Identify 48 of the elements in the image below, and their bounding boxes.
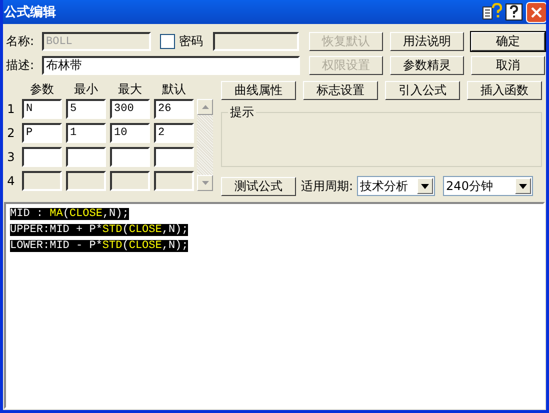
tool-button[interactable]: 插入函数 <box>467 81 542 100</box>
param-field[interactable] <box>110 147 150 167</box>
row-number: 4 <box>6 174 16 188</box>
param-field[interactable]: N <box>22 99 62 119</box>
password-checkbox[interactable] <box>160 34 175 49</box>
period-dropdown[interactable]: 240分钟 <box>443 176 534 196</box>
context-help-icon[interactable] <box>482 3 502 21</box>
dialog-button[interactable]: 确定 <box>471 32 545 51</box>
param-field[interactable]: 1 <box>66 123 106 143</box>
code-editor[interactable]: MID : MA(CLOSE,N); UPPER:MID + P*STD(CLOSE,N); LOWER:MID - P*STD(CLOSE,N); <box>4 202 545 409</box>
row-number: 3 <box>6 150 16 164</box>
code-line: MID : MA(CLOSE,N); <box>10 207 130 222</box>
param-field[interactable] <box>154 147 194 167</box>
code-line: UPPER:MID + P*STD(CLOSE,N); <box>10 223 190 238</box>
param-field[interactable] <box>66 147 106 167</box>
dropdown-arrow-icon <box>519 184 528 188</box>
column-header: 最大 <box>117 80 143 98</box>
param-field[interactable]: P <box>22 123 62 143</box>
param-field[interactable]: 26 <box>154 99 194 119</box>
type-dropdown[interactable]: 技术分析 <box>357 176 436 196</box>
code-line: LOWER:MID - P*STD(CLOSE,N); <box>10 239 190 254</box>
param-field[interactable]: 5 <box>66 99 106 119</box>
close-icon[interactable] <box>526 2 546 22</box>
dialog-button[interactable]: 取消 <box>471 56 545 75</box>
dialog-button[interactable]: 参数精灵 <box>390 56 464 75</box>
period-label: 适用周期: <box>301 178 354 194</box>
test-formula-button[interactable]: 测试公式 <box>221 176 296 196</box>
dropdown-arrow-icon <box>421 184 430 188</box>
param-field[interactable]: 10 <box>110 123 150 143</box>
param-field[interactable]: 300 <box>110 99 150 119</box>
description-field[interactable]: 布林带 <box>42 56 300 75</box>
password-label: 密码 <box>179 33 203 50</box>
row-number: 1 <box>6 102 16 116</box>
tool-button[interactable]: 标志设置 <box>303 81 378 100</box>
help-icon[interactable] <box>505 3 523 21</box>
param-field[interactable] <box>22 147 62 167</box>
column-header: 参数 <box>29 80 55 98</box>
param-field[interactable]: 2 <box>154 123 194 143</box>
window-title: 公式编辑 <box>4 4 56 21</box>
hint-label: 提示 <box>228 104 256 121</box>
column-header: 最小 <box>73 80 99 98</box>
column-header: 默认 <box>161 80 187 98</box>
name-label: 名称: <box>6 33 36 50</box>
row-number: 2 <box>6 126 16 140</box>
dialog-button[interactable]: 用法说明 <box>390 32 464 51</box>
tool-button[interactable]: 引入公式 <box>385 81 460 100</box>
description-label: 描述: <box>6 57 36 74</box>
tool-button[interactable]: 曲线属性 <box>221 81 296 100</box>
